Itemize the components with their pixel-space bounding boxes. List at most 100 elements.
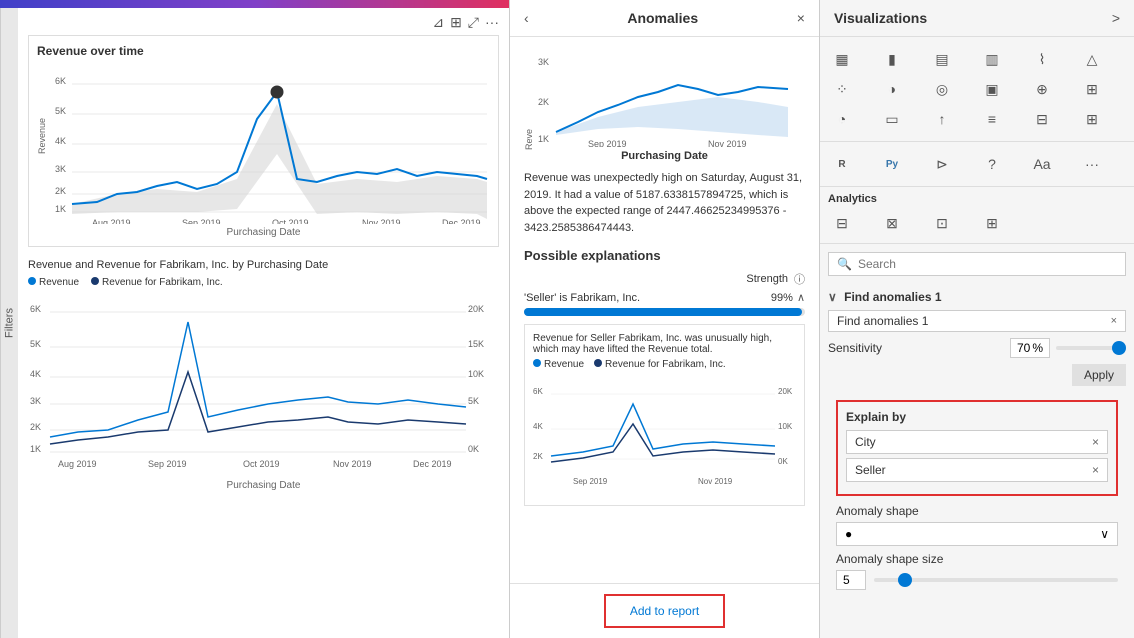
focus-mode-icon[interactable]: ⊞ xyxy=(450,14,462,31)
card-icon[interactable]: ▭ xyxy=(878,105,906,133)
slicer-icon[interactable]: ≡ xyxy=(978,105,1006,133)
progress-bar-bg-1 xyxy=(524,308,805,316)
svg-text:Oct 2019: Oct 2019 xyxy=(243,459,280,469)
apply-button[interactable]: Apply xyxy=(1072,364,1126,386)
svg-text:3K: 3K xyxy=(30,396,41,406)
map-icon[interactable]: ⊕ xyxy=(1028,75,1056,103)
column-chart-icon[interactable]: ▮ xyxy=(878,45,906,73)
explain-tag-city: City × xyxy=(846,430,1108,454)
viz-header: Visualizations > xyxy=(820,0,1134,37)
table-icon[interactable]: ⊟ xyxy=(1028,105,1056,133)
stacked-bar-icon[interactable]: ▤ xyxy=(928,45,956,73)
chevron-up-icon[interactable]: ∧ xyxy=(797,291,805,304)
size-input[interactable]: 5 xyxy=(836,570,866,590)
explain-city-label: City xyxy=(855,435,876,449)
pie-chart-icon[interactable]: ◑ xyxy=(878,75,906,103)
explanation-header-1: 'Seller' is Fabrikam, Inc. 99% ∧ xyxy=(524,291,805,304)
svg-text:10K: 10K xyxy=(778,422,793,431)
smart-narrative-icon[interactable]: Aa xyxy=(1028,150,1056,178)
viz-icons-grid-2: R Py ⊳ ? Aa ··· xyxy=(820,142,1134,187)
sensitivity-number: 70 xyxy=(1017,341,1030,355)
filled-map-icon[interactable]: ⊞ xyxy=(1078,75,1106,103)
chart2-legend: Revenue Revenue for Fabrikam, Inc. xyxy=(28,277,499,288)
find-anomalies-section: ∨ Find anomalies 1 Find anomalies 1 × Se… xyxy=(820,284,1134,604)
analytics-label: Analytics xyxy=(828,193,1126,205)
svg-text:4K: 4K xyxy=(533,422,543,431)
r-visual-icon[interactable]: R xyxy=(828,150,856,178)
gauge-icon[interactable]: ◔ xyxy=(828,105,856,133)
python-icon[interactable]: Py xyxy=(878,150,906,178)
panel-close-btn[interactable]: × xyxy=(797,10,805,26)
svg-text:3K: 3K xyxy=(538,57,549,67)
svg-text:20K: 20K xyxy=(468,304,484,314)
analytics-icon-2[interactable]: ⊠ xyxy=(878,209,906,237)
qa-visual-icon[interactable]: ? xyxy=(978,150,1006,178)
shape-value: ● xyxy=(845,527,852,541)
sensitivity-unit: % xyxy=(1032,341,1043,355)
svg-text:3K: 3K xyxy=(55,164,66,174)
info-icon: ⓘ xyxy=(794,271,805,287)
svg-text:15K: 15K xyxy=(468,339,484,349)
chart2-title: Revenue and Revenue for Fabrikam, Inc. b… xyxy=(28,259,499,271)
svg-text:6K: 6K xyxy=(533,387,543,396)
decomp-tree-icon[interactable]: ⊳ xyxy=(928,150,956,178)
sub-chart-desc: Revenue for Seller Fabrikam, Inc. was un… xyxy=(533,333,796,355)
analytics-icon-3[interactable]: ⊡ xyxy=(928,209,956,237)
explain-tag-seller: Seller × xyxy=(846,458,1108,482)
possible-explanations-title: Possible explanations xyxy=(524,248,805,263)
find-anomalies-close[interactable]: × xyxy=(1111,315,1117,327)
size-slider[interactable] xyxy=(874,578,1118,582)
svg-text:Nov 2019: Nov 2019 xyxy=(708,139,747,147)
sensitivity-label: Sensitivity xyxy=(828,341,882,355)
size-value: 5 xyxy=(843,573,850,587)
donut-chart-icon[interactable]: ◎ xyxy=(928,75,956,103)
shape-dropdown[interactable]: ● ∨ xyxy=(836,522,1118,546)
expand-icon[interactable]: ⤢ xyxy=(468,14,479,31)
search-box[interactable]: 🔍 xyxy=(828,252,1126,276)
chart1-x-label: Purchasing Date xyxy=(37,227,490,238)
panel-prev-btn[interactable]: ‹ xyxy=(524,10,529,26)
matrix-icon[interactable]: ⊞ xyxy=(1078,105,1106,133)
svg-text:Sep 2019: Sep 2019 xyxy=(148,459,187,469)
add-to-report-container: Add to report xyxy=(510,583,819,638)
analytics-icon-1[interactable]: ⊟ xyxy=(828,209,856,237)
more-options-icon[interactable]: ··· xyxy=(485,14,499,31)
explain-seller-close[interactable]: × xyxy=(1092,463,1099,477)
chart-toolbar: ⊿ ⊞ ⤢ ··· xyxy=(28,14,499,31)
filter-icon[interactable]: ⊿ xyxy=(432,14,444,31)
analytics-icon-4[interactable]: ⊞ xyxy=(978,209,1006,237)
bar-chart-icon[interactable]: ▦ xyxy=(828,45,856,73)
svg-text:Aug 2019: Aug 2019 xyxy=(58,459,97,469)
treemap-icon[interactable]: ▣ xyxy=(978,75,1006,103)
kpi-icon[interactable]: ↑ xyxy=(928,105,956,133)
mini-chart-area: Reve 3K 2K 1K Sep 2019 Nov 2019 xyxy=(524,47,805,150)
svg-text:5K: 5K xyxy=(55,106,66,116)
area-chart-icon[interactable]: △ xyxy=(1078,45,1106,73)
strength-val-1: 99% xyxy=(771,292,793,304)
svg-text:1K: 1K xyxy=(538,134,549,144)
chevron-down-find[interactable]: ∨ xyxy=(828,290,837,304)
sub-chart-legend: Revenue Revenue for Fabrikam, Inc. xyxy=(533,359,796,370)
search-input[interactable] xyxy=(858,257,1117,271)
mini-chart-y-label: Reve xyxy=(524,47,534,150)
more-visuals-icon[interactable]: ··· xyxy=(1078,150,1106,178)
svg-text:Nov 2019: Nov 2019 xyxy=(333,459,372,469)
add-to-report-button[interactable]: Add to report xyxy=(604,594,725,628)
viz-nav-next[interactable]: > xyxy=(1112,10,1120,26)
explain-city-close[interactable]: × xyxy=(1092,435,1099,449)
svg-text:5K: 5K xyxy=(468,396,479,406)
svg-text:Oct 2019: Oct 2019 xyxy=(272,218,309,224)
chart2-svg: 6K 5K 4K 3K 2K 1K 20K 15K 10K 5K 0K xyxy=(28,292,499,477)
svg-text:Sep 2019: Sep 2019 xyxy=(182,218,221,224)
chart2-x-label: Purchasing Date xyxy=(28,480,499,491)
chart1-container: Revenue over time 6K 5K 4K 3K 2K 1K Reve… xyxy=(28,35,499,247)
find-anomalies-tag-label: Find anomalies 1 xyxy=(837,314,928,328)
sensitivity-slider[interactable] xyxy=(1056,346,1126,350)
scatter-icon[interactable]: ⁘ xyxy=(828,75,856,103)
filters-tab[interactable]: Filters xyxy=(0,8,18,638)
line-chart-icon[interactable]: ⌇ xyxy=(1028,45,1056,73)
sensitivity-input[interactable]: 70 % xyxy=(1010,338,1050,358)
stacked-col-icon[interactable]: ▥ xyxy=(978,45,1006,73)
top-bar xyxy=(0,0,509,8)
svg-text:6K: 6K xyxy=(30,304,41,314)
